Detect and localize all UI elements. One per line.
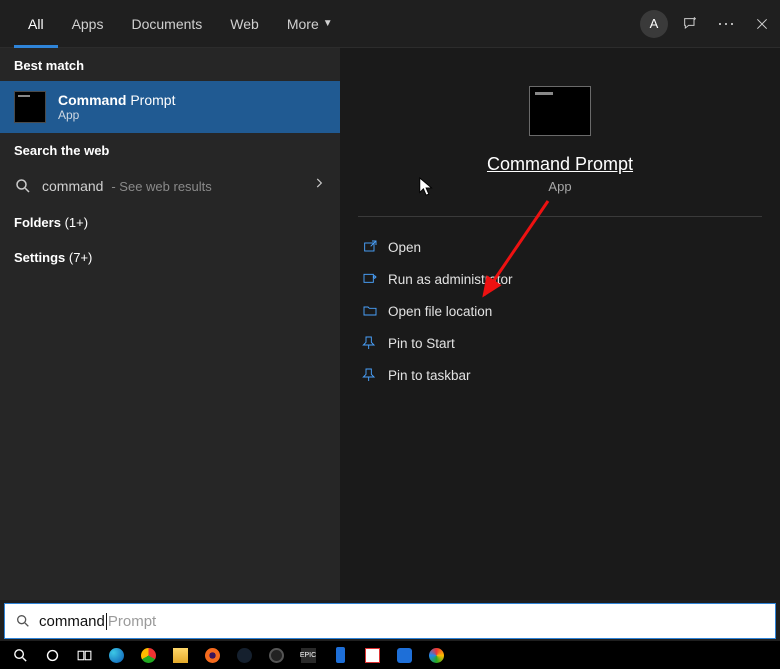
taskbar-app-chrome[interactable] [132,641,164,669]
open-icon [362,239,388,255]
action-pin-to-taskbar[interactable]: Pin to taskbar [362,359,758,391]
taskbar-app-epic[interactable]: EPIC [292,641,324,669]
taskbar-app-firefox[interactable] [196,641,228,669]
chrome-icon [141,648,156,663]
tab-more[interactable]: More ▼ [273,0,347,48]
close-button[interactable] [744,6,780,42]
phone-icon [336,647,345,663]
folder-icon [362,303,388,319]
preview-title[interactable]: Command Prompt [487,154,633,175]
search-input[interactable]: commandPrompt [4,603,776,639]
search-icon [13,613,33,629]
taskbar-app-settings[interactable] [388,641,420,669]
chevron-down-icon: ▼ [323,18,333,29]
search-suggestion-text: Prompt [108,613,156,630]
avatar: A [640,10,668,38]
chevron-right-icon [312,176,326,195]
taskbar-app-steam[interactable] [228,641,260,669]
preview-subtitle: App [548,179,571,194]
steam-icon [237,648,252,663]
admin-icon [362,271,388,287]
command-prompt-icon [14,91,46,123]
text-caret [106,613,107,630]
search-typed-text: command [39,613,105,630]
taskbar-app-explorer[interactable] [164,641,196,669]
action-run-as-administrator[interactable]: Run as administrator [362,263,758,295]
account-button[interactable]: A [636,6,672,42]
taskbar-taskview-button[interactable] [68,641,100,669]
taskbar-app-obs[interactable] [260,641,292,669]
taskbar: EPIC [0,641,780,669]
tab-documents[interactable]: Documents [117,0,216,48]
search-icon [14,177,32,195]
firefox-icon [205,648,220,663]
taskbar-search-button[interactable] [4,641,36,669]
capture-icon [429,648,444,663]
epic-icon: EPIC [301,648,316,663]
settings-category[interactable]: Settings (7+) [0,240,340,275]
close-icon [754,16,770,32]
best-match-header: Best match [0,48,340,81]
options-button[interactable]: ··· [708,6,744,42]
taskbar-app-capture[interactable] [420,641,452,669]
folders-category[interactable]: Folders (1+) [0,205,340,240]
edge-icon [109,648,124,663]
taskbar-app-phone[interactable] [324,641,356,669]
action-open[interactable]: Open [362,231,758,263]
results-panel: Best match Command Prompt App Search the… [0,48,340,600]
web-result-row[interactable]: command - See web results [0,166,340,205]
folder-icon [173,648,188,663]
taskbar-app-snip[interactable] [356,641,388,669]
taskbar-app-edge[interactable] [100,641,132,669]
obs-icon [269,648,284,663]
tab-apps[interactable]: Apps [58,0,118,48]
search-web-header: Search the web [0,133,340,166]
preview-panel: Command Prompt App Open Run as administr… [340,48,780,600]
pin-start-icon [362,335,388,351]
best-match-result[interactable]: Command Prompt App [0,81,340,133]
more-icon: ··· [717,13,735,34]
tab-all[interactable]: All [14,0,58,48]
tab-web[interactable]: Web [216,0,273,48]
snip-icon [365,648,380,663]
search-scope-tabs: All Apps Documents Web More ▼ A ··· [0,0,780,48]
gear-icon [397,648,412,663]
action-open-file-location[interactable]: Open file location [362,295,758,327]
taskbar-cortana-button[interactable] [36,641,68,669]
feedback-icon [682,16,698,32]
web-result-term: command [42,178,103,194]
best-match-subtitle: App [58,108,175,122]
feedback-button[interactable] [672,6,708,42]
action-pin-to-start[interactable]: Pin to Start [362,327,758,359]
pin-taskbar-icon [362,367,388,383]
preview-app-icon [529,86,591,136]
best-match-title: Command Prompt [58,92,175,108]
web-result-hint: - See web results [111,179,211,194]
tab-more-label: More [287,16,319,32]
